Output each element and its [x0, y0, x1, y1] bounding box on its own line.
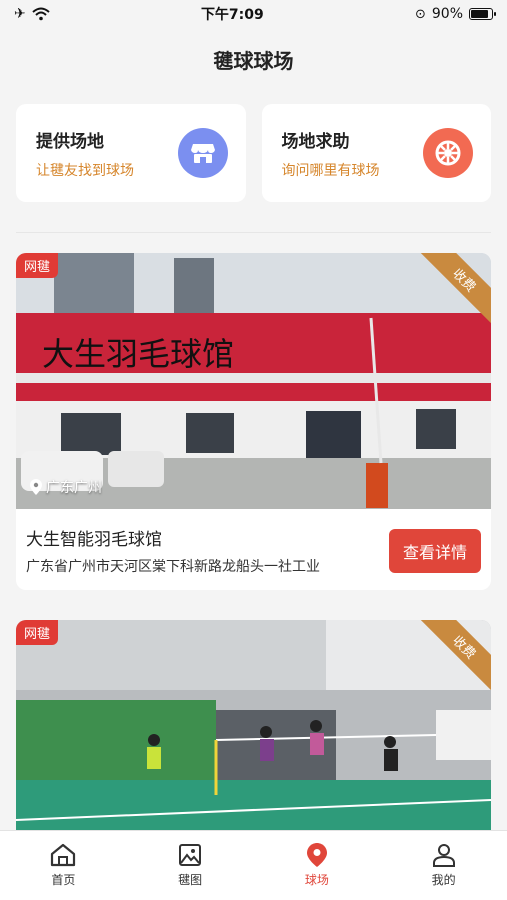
- venue-type-tag: 网毽: [16, 620, 59, 645]
- page-title: 毽球球场: [213, 48, 294, 73]
- tab-venues[interactable]: 球场: [254, 831, 381, 900]
- venue-photo-illustration: [16, 620, 491, 850]
- venue-card[interactable]: 网毽 收费: [16, 620, 491, 850]
- venue-address: 广东省广州市天河区棠下科新路龙船头一社工业: [26, 559, 320, 575]
- battery-percent: 90%: [431, 6, 463, 22]
- home-icon: [51, 843, 76, 867]
- tab-home[interactable]: 首页: [0, 831, 127, 900]
- status-bar: ✈ 下午7:09 ⊙ 90%: [0, 0, 507, 28]
- divider: [16, 232, 491, 233]
- venue-help-card[interactable]: 场地求助 询问哪里有球场: [261, 104, 491, 202]
- tab-gallery-label: 毽图: [178, 873, 203, 887]
- venue-help-title: 场地求助: [281, 131, 350, 152]
- storefront-icon: [177, 128, 228, 178]
- venue-help-subtitle: 询问哪里有球场: [281, 162, 380, 179]
- location-pin-icon: [30, 479, 42, 495]
- venue-sign-text: 大生羽毛球馆: [42, 335, 234, 373]
- provide-venue-card[interactable]: 提供场地 让毽友找到球场: [16, 104, 246, 202]
- venue-location: 广东广州: [30, 477, 102, 497]
- venue-photo-illustration: 大生羽毛球馆: [16, 253, 491, 509]
- airplane-icon: ✈: [14, 6, 26, 22]
- orientation-lock-icon: ⊙: [414, 6, 426, 22]
- wifi-icon: [32, 7, 50, 21]
- status-right: ⊙ 90%: [414, 6, 496, 22]
- user-icon: [432, 844, 455, 867]
- provide-venue-subtitle: 让毽友找到球场: [36, 162, 134, 179]
- tab-profile[interactable]: 我的: [380, 831, 507, 900]
- tab-profile-label: 我的: [431, 873, 456, 887]
- view-details-button[interactable]: 查看详情: [388, 528, 481, 573]
- venue-photo: 网毽 收费: [16, 620, 491, 850]
- lifebuoy-icon: [423, 128, 473, 178]
- tab-gallery[interactable]: 毽图: [127, 831, 254, 900]
- tab-home-label: 首页: [51, 873, 76, 887]
- venue-type-tag: 网毽: [16, 253, 59, 278]
- venue-location-text: 广东广州: [46, 480, 102, 496]
- tab-bar: 首页 毽图 球场 我的: [0, 830, 507, 900]
- quick-actions: 提供场地 让毽友找到球场 场地求助 询问哪里有球场: [0, 90, 507, 202]
- status-left: ✈: [14, 6, 50, 22]
- map-pin-icon: [306, 843, 327, 867]
- venue-photo: 大生羽毛球馆 网毽 收费 广东广州: [16, 253, 491, 509]
- venue-card[interactable]: 大生羽毛球馆 网毽 收费 广东广州 大生智能羽毛球馆 广东省广州市天河区棠下科新…: [16, 253, 491, 590]
- battery-icon: [469, 8, 496, 20]
- tab-venues-label: 球场: [304, 873, 329, 887]
- image-icon: [179, 844, 202, 866]
- venue-name: 大生智能羽毛球馆: [26, 530, 162, 550]
- status-time: 下午7:09: [200, 7, 264, 23]
- venue-info: 大生智能羽毛球馆 广东省广州市天河区棠下科新路龙船头一社工业 查看详情: [16, 509, 491, 590]
- provide-venue-title: 提供场地: [36, 131, 104, 152]
